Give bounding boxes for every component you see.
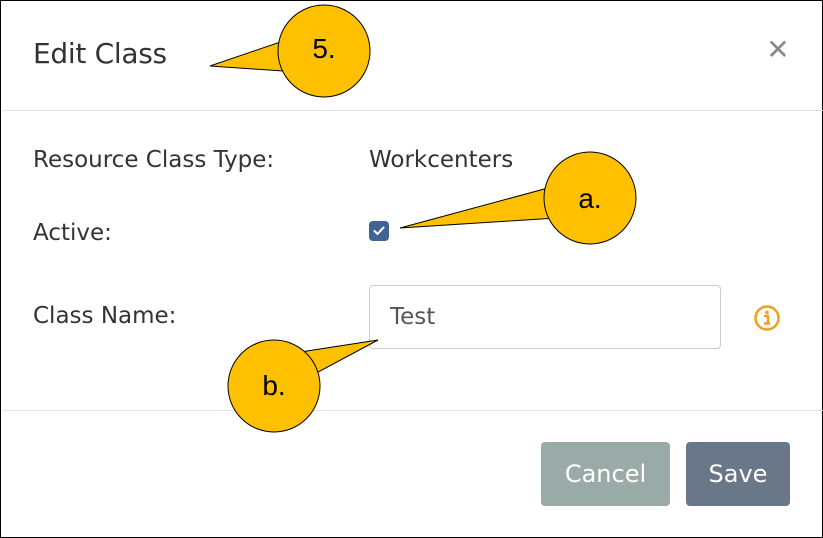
callout-5-label: 5. — [312, 33, 336, 64]
callout-b-label: b. — [262, 370, 286, 401]
callout-overlay — [209, 4, 637, 433]
callout-a-label: a. — [578, 183, 602, 214]
